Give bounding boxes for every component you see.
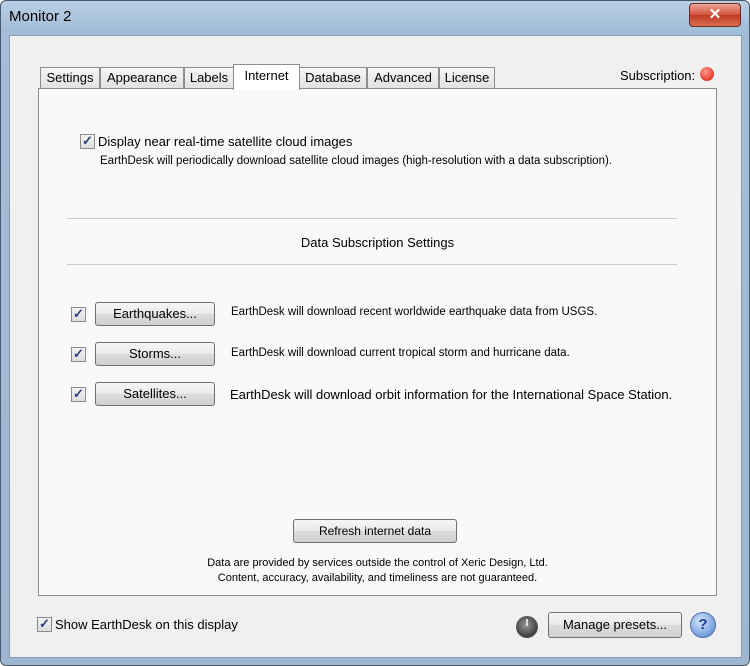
storms-checkbox[interactable]: ✓ <box>71 346 86 362</box>
close-button[interactable]: ✕ <box>689 3 741 27</box>
satellites-description: EarthDesk will download orbit informatio… <box>230 387 673 402</box>
internet-tab-panel: ✓ Display near real-time satellite cloud… <box>38 88 717 596</box>
dialog-client-area: Settings Appearance Labels Internet Data… <box>9 35 742 658</box>
disclaimer-line-2: Content, accuracy, availability, and tim… <box>217 572 538 584</box>
check-icon: ✓ <box>73 346 84 361</box>
data-subscription-heading: Data Subscription Settings <box>300 235 455 250</box>
check-icon: ✓ <box>39 616 50 631</box>
subscription-label: Subscription: <box>620 68 696 83</box>
help-icon[interactable]: ? <box>690 612 716 638</box>
show-earthdesk-checkbox[interactable]: ✓ <box>37 616 52 632</box>
storms-button[interactable]: Storms... <box>95 342 215 366</box>
knob-icon[interactable] <box>516 616 538 638</box>
satellites-checkbox[interactable]: ✓ <box>71 386 86 402</box>
window-title: Monitor 2 <box>9 8 72 25</box>
refresh-internet-data-button[interactable]: Refresh internet data <box>293 519 457 543</box>
satellites-button[interactable]: Satellites... <box>95 382 215 406</box>
tab-advanced[interactable]: Advanced <box>367 67 439 88</box>
cloud-images-label: Display near real-time satellite cloud i… <box>98 134 353 149</box>
manage-presets-button[interactable]: Manage presets... <box>548 612 682 638</box>
cloud-images-checkbox[interactable]: ✓ <box>80 133 95 149</box>
earthquakes-button[interactable]: Earthquakes... <box>95 302 215 326</box>
tab-database[interactable]: Database <box>299 67 367 88</box>
divider-top <box>67 218 677 219</box>
check-icon: ✓ <box>73 306 84 321</box>
check-icon: ✓ <box>82 133 93 148</box>
show-earthdesk-label: Show EarthDesk on this display <box>55 617 238 632</box>
monitor-dialog-window: Monitor 2 ✕ Settings Appearance Labels I… <box>0 0 750 666</box>
divider-bottom <box>67 264 677 265</box>
storms-description: EarthDesk will download current tropical… <box>231 347 570 359</box>
earthquakes-description: EarthDesk will download recent worldwide… <box>231 306 598 318</box>
tab-labels[interactable]: Labels <box>184 67 234 88</box>
tab-appearance[interactable]: Appearance <box>100 67 184 88</box>
tab-settings[interactable]: Settings <box>40 67 100 88</box>
title-bar[interactable]: Monitor 2 ✕ <box>1 1 749 35</box>
cloud-images-description: EarthDesk will periodically download sat… <box>100 155 613 167</box>
check-icon: ✓ <box>73 386 84 401</box>
disclaimer-line-1: Data are provided by services outside th… <box>207 557 548 569</box>
tab-internet[interactable]: Internet <box>233 64 300 90</box>
subscription-status-indicator <box>700 67 714 81</box>
tab-license[interactable]: License <box>439 67 495 88</box>
earthquakes-checkbox[interactable]: ✓ <box>71 306 86 322</box>
